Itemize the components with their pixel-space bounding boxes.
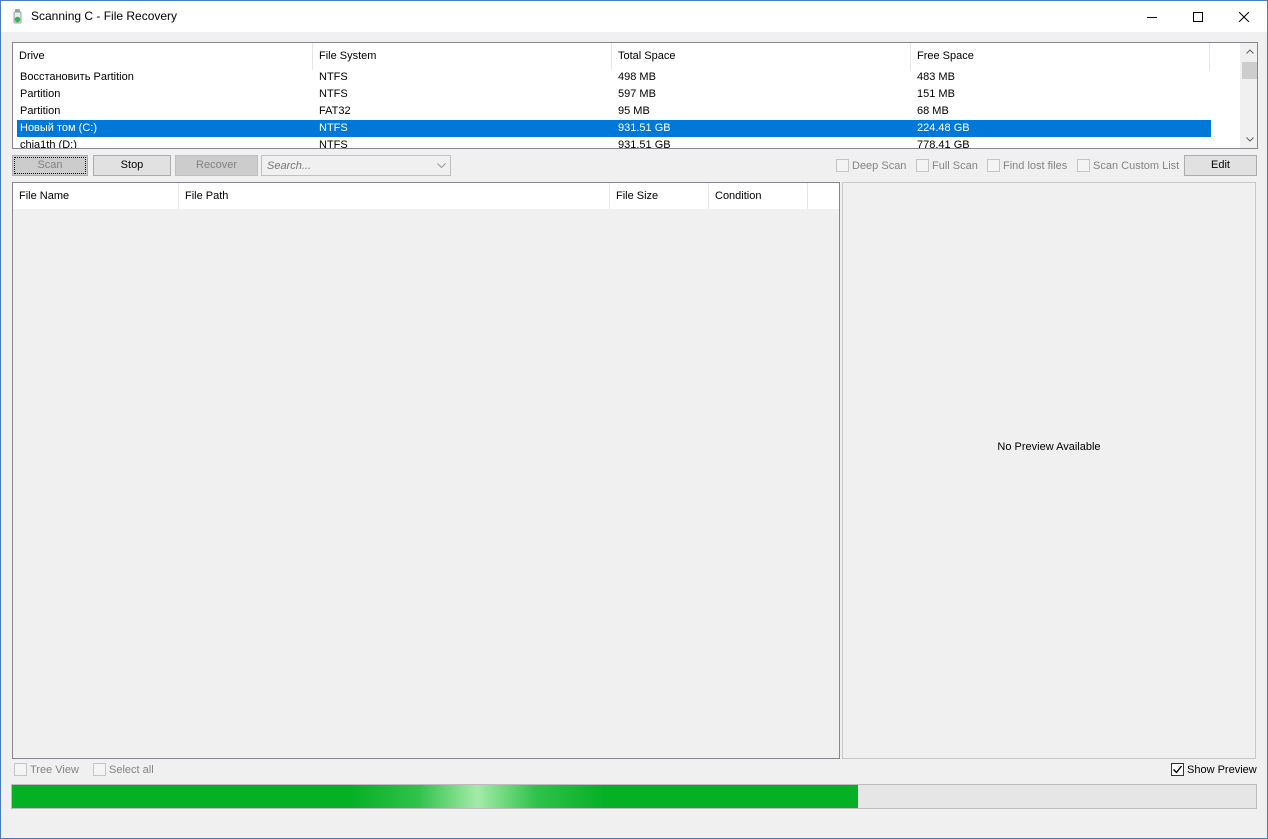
deep-scan-label: Deep Scan: [852, 159, 907, 172]
column-file-size[interactable]: File Size: [610, 183, 709, 209]
select-all-checkbox[interactable]: Select all: [93, 763, 154, 776]
close-button[interactable]: [1221, 1, 1267, 32]
drive-row[interactable]: Восстановить Partition NTFS 498 MB 483 MB: [17, 69, 1211, 86]
drive-cell-fs: NTFS: [319, 88, 348, 100]
drive-row[interactable]: Новый том (C:) NTFS 931.51 GB 224.48 GB: [17, 120, 1211, 137]
search-input[interactable]: [265, 158, 431, 173]
deep-scan-box[interactable]: [836, 159, 849, 172]
maximize-button[interactable]: [1175, 1, 1221, 32]
drive-cell-free: 151 MB: [917, 88, 955, 100]
column-drive[interactable]: Drive: [13, 43, 313, 70]
scan-custom-list-box[interactable]: [1077, 159, 1090, 172]
drive-row[interactable]: chia1th (D:) NTFS 931.51 GB 778.41 GB: [17, 137, 1211, 149]
drive-cell-free: 224.48 GB: [917, 122, 970, 134]
chevron-down-icon: [436, 163, 446, 168]
file-list[interactable]: File Name File Path File Size Condition: [12, 182, 840, 759]
title-bar: Scanning C - File Recovery: [1, 1, 1267, 32]
column-file-path[interactable]: File Path: [179, 183, 610, 209]
drive-cell-drive: chia1th (D:): [20, 139, 77, 149]
full-scan-checkbox[interactable]: Full Scan: [916, 159, 978, 172]
drive-cell-drive: Partition: [20, 88, 61, 100]
drive-cell-total: 597 MB: [618, 88, 656, 100]
checkmark-icon: [1173, 765, 1183, 774]
close-icon: [1239, 11, 1249, 22]
drive-cell-total: 931.51 GB: [618, 122, 671, 134]
column-condition[interactable]: Condition: [709, 183, 808, 209]
drive-row[interactable]: Partition FAT32 95 MB 68 MB: [17, 103, 1211, 120]
full-scan-label: Full Scan: [932, 159, 978, 172]
progress-fill: [12, 785, 858, 808]
scan-custom-list-checkbox[interactable]: Scan Custom List: [1077, 159, 1179, 172]
file-list-header: File Name File Path File Size Condition: [13, 183, 839, 209]
drive-row[interactable]: Partition NTFS 597 MB 151 MB: [17, 86, 1211, 103]
chevron-down-icon: [1245, 137, 1254, 142]
drive-cell-drive: Partition: [20, 105, 61, 117]
tree-view-label: Tree View: [30, 763, 79, 776]
scroll-down-button[interactable]: [1241, 131, 1257, 148]
recover-button[interactable]: Recover: [175, 155, 258, 176]
drive-cell-free: 68 MB: [917, 105, 949, 117]
tree-view-box[interactable]: [14, 763, 27, 776]
window-title: Scanning C - File Recovery: [31, 9, 178, 23]
search-combo[interactable]: [261, 155, 451, 176]
scan-custom-list-label: Scan Custom List: [1093, 159, 1180, 172]
column-spacer: [808, 183, 839, 209]
app-icon: [13, 9, 22, 24]
drive-list-scrollbar[interactable]: [1240, 43, 1257, 148]
no-preview-text: No Preview Available: [997, 441, 1101, 453]
drive-cell-drive: Восстановить Partition: [20, 71, 134, 83]
maximize-icon: [1193, 11, 1203, 22]
find-lost-files-checkbox[interactable]: Find lost files: [987, 159, 1067, 172]
full-scan-box[interactable]: [916, 159, 929, 172]
drive-cell-drive: Новый том (C:): [20, 122, 97, 134]
column-total-space[interactable]: Total Space: [612, 43, 911, 70]
column-file-name[interactable]: File Name: [13, 183, 179, 209]
drive-cell-fs: FAT32: [319, 105, 351, 117]
show-preview-label: Show Preview: [1187, 763, 1257, 776]
drive-cell-fs: NTFS: [319, 71, 348, 83]
drive-cell-total: 931.51 GB: [618, 139, 671, 149]
find-lost-files-label: Find lost files: [1003, 159, 1068, 172]
drive-list-header: Drive File System Total Space Free Space: [13, 43, 1239, 70]
drive-cell-free: 778.41 GB: [917, 139, 970, 149]
chevron-up-icon: [1245, 49, 1254, 54]
scan-button[interactable]: Scan: [12, 155, 88, 176]
file-recovery-window: Scanning C - File Recovery Drive File Sy…: [0, 0, 1268, 839]
drive-list[interactable]: Drive File System Total Space Free Space…: [12, 42, 1258, 149]
stop-button[interactable]: Stop: [93, 155, 171, 176]
column-free-space[interactable]: Free Space: [911, 43, 1210, 70]
column-file-system[interactable]: File System: [313, 43, 612, 70]
show-preview-box[interactable]: [1171, 763, 1184, 776]
drive-cell-fs: NTFS: [319, 122, 348, 134]
select-all-label: Select all: [109, 763, 154, 776]
scan-progress-bar: [11, 784, 1257, 809]
drive-cell-free: 483 MB: [917, 71, 955, 83]
minimize-button[interactable]: [1129, 1, 1175, 32]
show-preview-checkbox[interactable]: Show Preview: [1171, 763, 1257, 776]
column-spacer: [1210, 43, 1239, 70]
select-all-box[interactable]: [93, 763, 106, 776]
drive-cell-total: 498 MB: [618, 71, 656, 83]
find-lost-files-box[interactable]: [987, 159, 1000, 172]
drive-rows: Восстановить Partition NTFS 498 MB 483 MB P…: [17, 69, 1211, 149]
scroll-thumb[interactable]: [1242, 62, 1257, 79]
scroll-up-button[interactable]: [1241, 43, 1257, 60]
edit-button[interactable]: Edit: [1184, 155, 1257, 176]
deep-scan-checkbox[interactable]: Deep Scan: [836, 159, 906, 172]
search-dropdown-button[interactable]: [432, 156, 450, 175]
minimize-icon: [1147, 16, 1157, 18]
drive-cell-fs: NTFS: [319, 139, 348, 149]
preview-pane: No Preview Available: [842, 182, 1256, 759]
drive-cell-total: 95 MB: [618, 105, 650, 117]
tree-view-checkbox[interactable]: Tree View: [14, 763, 79, 776]
